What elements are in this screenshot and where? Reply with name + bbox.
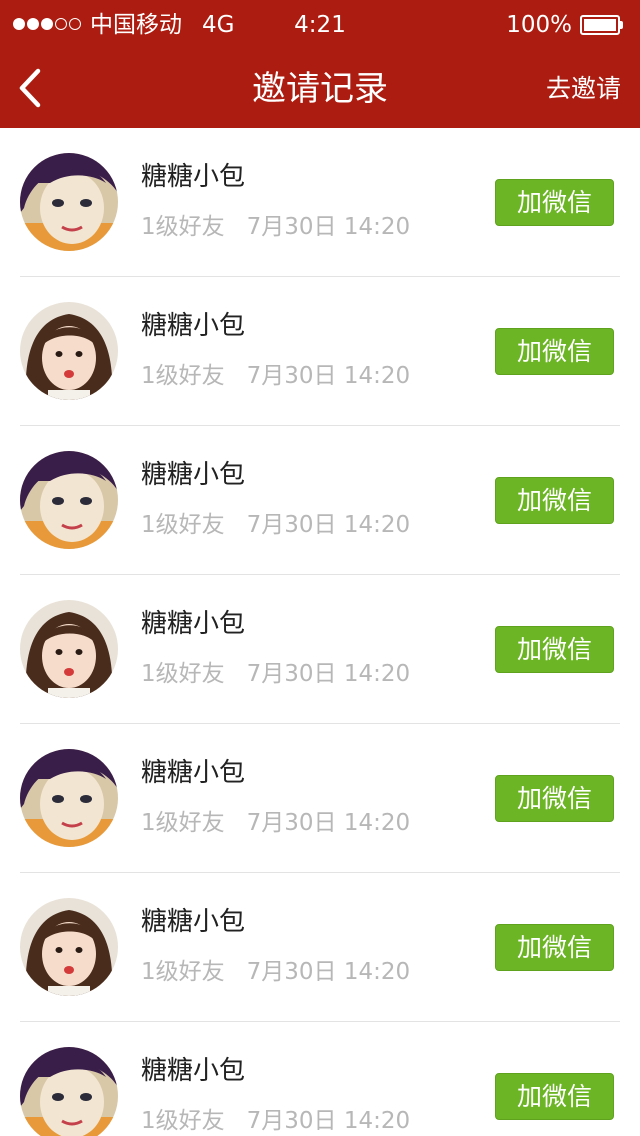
friend-name: 糖糖小包 — [141, 162, 246, 192]
add-wechat-button[interactable]: 加微信 — [495, 477, 614, 524]
avatar — [20, 153, 118, 251]
battery-percent: 100% — [506, 12, 572, 38]
friend-level: 1级好友 — [141, 1108, 225, 1134]
friend-level: 1级好友 — [141, 810, 225, 836]
friend-meta: 1级好友 7月30日 14:20 — [141, 957, 410, 987]
friend-level: 1级好友 — [141, 661, 225, 687]
friend-meta: 1级好友 7月30日 14:20 — [141, 361, 410, 391]
friend-name: 糖糖小包 — [141, 1056, 246, 1086]
friend-meta: 1级好友 7月30日 14:20 — [141, 510, 410, 540]
top-bar: 中国移动 4G 4:21 100% 邀请记录 去邀请 — [0, 0, 640, 128]
list-item[interactable]: 糖糖小包 1级好友 7月30日 14:20 加微信 — [20, 873, 620, 1022]
battery-level — [584, 19, 616, 31]
add-wechat-button[interactable]: 加微信 — [495, 179, 614, 226]
avatar — [20, 600, 118, 698]
invite-time: 7月30日 14:20 — [246, 214, 411, 240]
invite-time: 7月30日 14:20 — [246, 363, 411, 389]
list-item[interactable]: 糖糖小包 1级好友 7月30日 14:20 加微信 — [20, 426, 620, 575]
avatar — [20, 302, 118, 400]
avatar — [20, 898, 118, 996]
friend-name: 糖糖小包 — [141, 758, 246, 788]
friend-meta: 1级好友 7月30日 14:20 — [141, 1106, 410, 1136]
add-wechat-button[interactable]: 加微信 — [495, 328, 614, 375]
list-item[interactable]: 糖糖小包 1级好友 7月30日 14:20 加微信 — [20, 1022, 620, 1136]
avatar — [20, 749, 118, 847]
friend-name: 糖糖小包 — [141, 460, 246, 490]
friend-level: 1级好友 — [141, 512, 225, 538]
invite-time: 7月30日 14:20 — [246, 1108, 411, 1134]
add-wechat-button[interactable]: 加微信 — [495, 924, 614, 971]
avatar — [20, 451, 118, 549]
friend-level: 1级好友 — [141, 959, 225, 985]
back-button[interactable] — [14, 66, 54, 112]
invite-time: 7月30日 14:20 — [246, 512, 411, 538]
page-title: 邀请记录 — [252, 69, 388, 109]
invite-time: 7月30日 14:20 — [246, 661, 411, 687]
list-item[interactable]: 糖糖小包 1级好友 7月30日 14:20 加微信 — [20, 277, 620, 426]
friend-name: 糖糖小包 — [141, 907, 246, 937]
navigation-bar: 邀请记录 去邀请 — [0, 50, 640, 128]
invite-record-list: 糖糖小包 1级好友 7月30日 14:20 加微信 糖糖小包 1级好友 7月30日 14:… — [0, 128, 640, 1136]
invite-time: 7月30日 14:20 — [246, 810, 411, 836]
list-item[interactable]: 糖糖小包 1级好友 7月30日 14:20 加微信 — [20, 575, 620, 724]
friend-meta: 1级好友 7月30日 14:20 — [141, 659, 410, 689]
go-invite-button[interactable]: 去邀请 — [546, 50, 621, 128]
friend-name: 糖糖小包 — [141, 609, 246, 639]
add-wechat-button[interactable]: 加微信 — [495, 775, 614, 822]
avatar — [20, 1047, 118, 1136]
battery-tip — [620, 21, 623, 29]
friend-meta: 1级好友 7月30日 14:20 — [141, 808, 410, 838]
friend-level: 1级好友 — [141, 363, 225, 389]
friend-meta: 1级好友 7月30日 14:20 — [141, 212, 410, 242]
add-wechat-button[interactable]: 加微信 — [495, 1073, 614, 1120]
add-wechat-button[interactable]: 加微信 — [495, 626, 614, 673]
list-item[interactable]: 糖糖小包 1级好友 7月30日 14:20 加微信 — [20, 724, 620, 873]
battery-icon — [580, 15, 620, 35]
list-item[interactable]: 糖糖小包 1级好友 7月30日 14:20 加微信 — [20, 128, 620, 277]
status-bar: 中国移动 4G 4:21 100% — [0, 0, 640, 50]
friend-name: 糖糖小包 — [141, 311, 246, 341]
chevron-left-icon — [19, 68, 41, 108]
invite-time: 7月30日 14:20 — [246, 959, 411, 985]
friend-level: 1级好友 — [141, 214, 225, 240]
